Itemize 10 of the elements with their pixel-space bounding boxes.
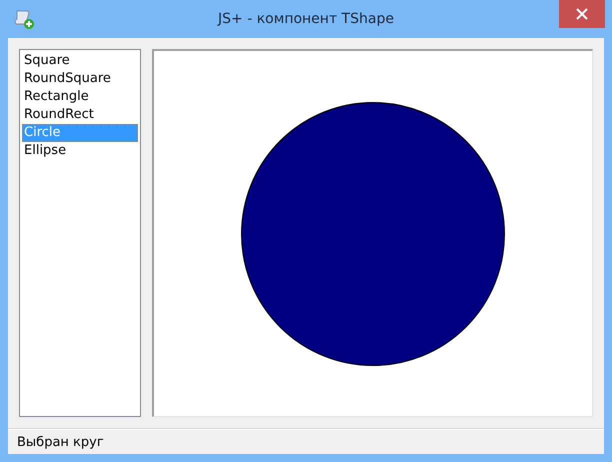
list-item[interactable]: RoundRect: [22, 106, 138, 124]
window-title: JS+ - компонент TShape: [218, 11, 394, 27]
status-text: Выбран круг: [17, 434, 104, 450]
close-button[interactable]: [559, 0, 605, 28]
list-item[interactable]: Rectangle: [22, 88, 138, 106]
list-item[interactable]: RoundSquare: [22, 70, 138, 88]
list-item[interactable]: Square: [22, 52, 138, 70]
list-item[interactable]: Ellipse: [22, 142, 138, 160]
close-icon: [576, 8, 588, 20]
app-icon: [13, 8, 35, 30]
